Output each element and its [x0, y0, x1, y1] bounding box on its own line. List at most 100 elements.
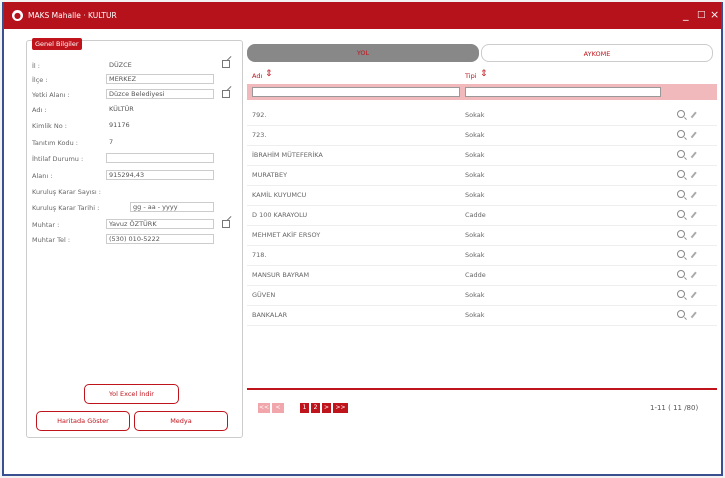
table-row[interactable]: BANKALAR Sokak: [247, 306, 717, 326]
field-value-yetki: Düzce Belediyesi: [106, 89, 214, 99]
search-icon[interactable]: [677, 150, 685, 158]
road-type: Sokak: [465, 291, 485, 299]
field-label-muhtar: Muhtar :: [32, 221, 60, 229]
search-icon[interactable]: [677, 170, 685, 178]
field-value-ihtilaf[interactable]: [106, 153, 214, 163]
page-2-button[interactable]: 2: [311, 403, 320, 413]
edit-pencil-icon[interactable]: [690, 131, 697, 138]
road-name: GÜVEN: [252, 291, 276, 299]
road-name: MURATBEY: [252, 171, 288, 179]
field-label-tanitim: Tanıtım Kodu :: [32, 139, 78, 147]
table-row[interactable]: GÜVEN Sokak: [247, 286, 717, 306]
last-page-button[interactable]: >>: [333, 403, 348, 413]
edit-pencil-icon[interactable]: [690, 271, 697, 278]
next-page-button[interactable]: >: [322, 403, 331, 413]
table-row[interactable]: 718. Sokak: [247, 246, 717, 266]
search-icon[interactable]: [677, 270, 685, 278]
table-row[interactable]: KAMİL KUYUMCU Sokak: [247, 186, 717, 206]
field-value-muhtar-tel: (530) 010-5222: [106, 234, 214, 244]
close-button[interactable]: ×: [710, 8, 719, 21]
edit-pencil-icon[interactable]: [690, 231, 697, 238]
road-type: Sokak: [465, 151, 485, 159]
road-name: 723.: [252, 131, 267, 139]
road-type: Sokak: [465, 231, 485, 239]
field-label-karar-sayisi: Kuruluş Karar Sayısı :: [32, 188, 101, 196]
search-icon[interactable]: [677, 310, 685, 318]
minimize-button[interactable]: _: [683, 8, 689, 21]
table-row[interactable]: 723. Sokak: [247, 126, 717, 146]
road-name: MEHMET AKİF ERSOY: [252, 231, 321, 239]
edit-icon[interactable]: [222, 60, 230, 68]
field-label-karar-tarihi: Kuruluş Karar Tarihi :: [32, 204, 100, 212]
road-name: İBRAHİM MÜTEFERİKA: [252, 151, 323, 159]
page-summary: 1-11 ( 11 /80): [650, 404, 699, 412]
field-label-adi: Adı :: [32, 106, 47, 114]
col-header-type[interactable]: Tipi: [465, 72, 477, 80]
edit-pencil-icon[interactable]: [690, 151, 697, 158]
table-row[interactable]: 792. Sokak: [247, 106, 717, 126]
first-page-button[interactable]: <<: [258, 403, 270, 413]
tab-aykome[interactable]: AYKOME: [481, 44, 713, 62]
road-type: Sokak: [465, 131, 485, 139]
name-filter-input[interactable]: [252, 87, 460, 97]
window-title: MAKS Mahalle · KULTUR: [28, 11, 117, 20]
edit-pencil-icon[interactable]: [690, 171, 697, 178]
edit-pencil-icon[interactable]: [690, 291, 697, 298]
road-name: KAMİL KUYUMCU: [252, 191, 307, 199]
road-type: Sokak: [465, 111, 485, 119]
road-type: Cadde: [465, 211, 486, 219]
col-header-name[interactable]: Adı: [252, 72, 262, 80]
field-label-ihtilaf: İhtilaf Durumu :: [32, 155, 84, 163]
prev-page-button[interactable]: <: [272, 403, 284, 413]
field-label-alani: Alanı :: [32, 172, 53, 180]
table-row[interactable]: MEHMET AKİF ERSOY Sokak: [247, 226, 717, 246]
field-value-tanitim: 7: [109, 138, 114, 146]
edit-pencil-icon[interactable]: [690, 211, 697, 218]
grid-header: Adı ⇕ Tipi ⇕: [247, 64, 717, 84]
filter-bar: [247, 84, 717, 100]
search-icon[interactable]: [677, 230, 685, 238]
media-button[interactable]: Medya: [134, 411, 228, 431]
field-value-karar-sayisi: [130, 186, 214, 196]
table-row[interactable]: D 100 KARAYOLU Cadde: [247, 206, 717, 226]
type-filter-input[interactable]: [465, 87, 661, 97]
search-icon[interactable]: [677, 250, 685, 258]
road-type: Sokak: [465, 251, 485, 259]
sort-icon[interactable]: ⇕: [480, 69, 488, 79]
section-label: Genel Bilgiler: [32, 38, 82, 50]
search-icon[interactable]: [677, 210, 685, 218]
excel-download-button[interactable]: Yol Excel İndir: [84, 384, 179, 404]
search-icon[interactable]: [677, 110, 685, 118]
date-input[interactable]: gg - aa - yyyy: [130, 202, 214, 212]
road-name: 718.: [252, 251, 267, 259]
field-value-adi: KÜLTÜR: [109, 105, 134, 113]
road-name: D 100 KARAYOLU: [252, 211, 308, 219]
edit-pencil-icon[interactable]: [690, 111, 697, 118]
maximize-button[interactable]: □: [697, 10, 706, 20]
edit-pencil-icon[interactable]: [690, 311, 697, 318]
field-value-muhtar: Yavuz ÖZTÜRK: [106, 219, 214, 229]
table-row[interactable]: MANSUR BAYRAM Cadde: [247, 266, 717, 286]
field-label-ilce: İlçe :: [32, 76, 48, 84]
edit-pencil-icon[interactable]: [690, 251, 697, 258]
field-value-ilce: MERKEZ: [106, 74, 214, 84]
tab-yol[interactable]: YOL: [247, 44, 479, 62]
search-icon[interactable]: [677, 130, 685, 138]
field-label-yetki: Yetki Alanı :: [32, 91, 70, 99]
table-row[interactable]: MURATBEY Sokak: [247, 166, 717, 186]
show-on-map-button[interactable]: Haritada Göster: [36, 411, 130, 431]
sort-icon[interactable]: ⇕: [265, 69, 273, 79]
search-icon[interactable]: [677, 190, 685, 198]
edit-icon[interactable]: [222, 220, 230, 228]
search-icon[interactable]: [677, 290, 685, 298]
app-logo-icon: ●: [12, 10, 23, 21]
edit-icon[interactable]: [222, 90, 230, 98]
table-row[interactable]: İBRAHİM MÜTEFERİKA Sokak: [247, 146, 717, 166]
page-1-button[interactable]: 1: [300, 403, 309, 413]
grid-footer-divider: [247, 388, 717, 390]
field-value-alani: 915294,43: [106, 170, 214, 180]
title-bar: ● MAKS Mahalle · KULTUR _ □ ×: [4, 2, 721, 29]
edit-pencil-icon[interactable]: [690, 191, 697, 198]
field-label-il: İl :: [32, 62, 40, 70]
road-name: BANKALAR: [252, 311, 288, 319]
